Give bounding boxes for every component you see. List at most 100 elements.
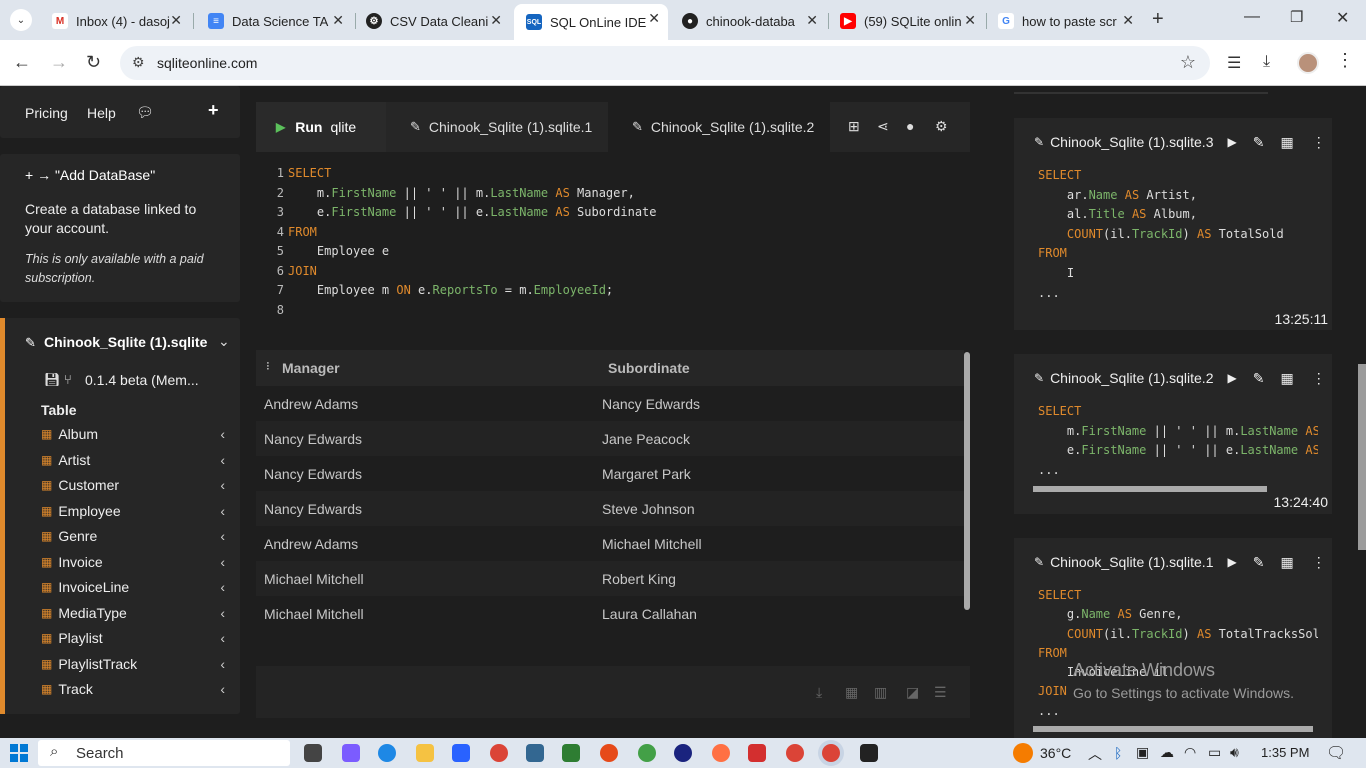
chevron-left-icon[interactable]: ‹	[220, 426, 225, 442]
history-hscroll[interactable]	[1033, 486, 1267, 492]
media-queue-icon[interactable]: ☰	[1227, 53, 1241, 73]
notifications-icon[interactable]: 🗨︎	[1326, 743, 1346, 763]
share-icon[interactable]: ⋖	[877, 118, 889, 135]
sql-editor[interactable]: 1 2 3 4 5 6 7 8 SELECT m.FirstName || ' ' || m.…	[256, 152, 970, 334]
back-arrow-icon[interactable]: ←	[13, 52, 31, 73]
table-row[interactable]: Michael Mitchell Robert King	[256, 561, 964, 596]
firefox-icon[interactable]	[712, 744, 730, 762]
page-scrollbar[interactable]	[1358, 364, 1366, 550]
download-icon[interactable]: ⤓	[816, 684, 822, 701]
tab-docs[interactable]: ≡ Data Science TA ✕	[196, 6, 352, 36]
table-item[interactable]: ▦ Employee ‹	[41, 501, 231, 521]
task-view-icon[interactable]	[304, 744, 322, 762]
chrome-active-icon[interactable]	[822, 744, 840, 762]
tab-github[interactable]: ● chinook-databa ✕	[670, 6, 826, 36]
omnibox[interactable]: ⚙ sqliteonline.com ☆	[120, 46, 1210, 80]
results-scrollbar[interactable]	[964, 352, 970, 610]
clock[interactable]: 1:35 PM	[1261, 745, 1309, 760]
close-icon[interactable]: ✕	[1122, 12, 1134, 29]
chevron-left-icon[interactable]: ‹	[220, 681, 225, 697]
chrome-icon[interactable]	[490, 744, 508, 762]
minimize-button[interactable]: —	[1244, 8, 1260, 26]
tab-search-button[interactable]: ⌄	[10, 9, 32, 31]
table-row[interactable]: Andrew Adams Nancy Edwards	[256, 386, 964, 421]
run-button[interactable]: ▶ Run qlite	[256, 102, 386, 152]
table-item[interactable]: ▦ Playlist ‹	[41, 628, 231, 648]
chevron-left-icon[interactable]: ‹	[220, 452, 225, 468]
app-icon[interactable]	[600, 744, 618, 762]
grid-icon[interactable]: ▦	[1280, 554, 1293, 571]
tab-youtube[interactable]: ▶ (59) SQLite onlin ✕	[828, 6, 984, 36]
windows-start-icon[interactable]	[10, 744, 28, 762]
table-item[interactable]: ▦ PlaylistTrack ‹	[41, 654, 231, 674]
notepad-icon[interactable]	[562, 744, 580, 762]
chart-view-icon[interactable]: ▥	[874, 684, 887, 701]
table-row[interactable]: Nancy Edwards Steve Johnson	[256, 491, 964, 526]
table-row[interactable]: Nancy Edwards Margaret Park	[256, 456, 964, 491]
taskbar-search-box[interactable]: ⌕ Search	[38, 740, 290, 766]
app-icon[interactable]	[748, 744, 766, 762]
close-icon[interactable]: ✕	[806, 12, 818, 29]
weather-icon[interactable]	[1013, 743, 1033, 763]
bookmark-star-icon[interactable]: ☆	[1180, 52, 1196, 73]
table-item[interactable]: ▦ InvoiceLine ‹	[41, 577, 231, 597]
chevron-left-icon[interactable]: ‹	[220, 477, 225, 493]
tray-icon[interactable]: ▣	[1136, 744, 1149, 761]
erase-icon[interactable]: ◪	[906, 684, 919, 701]
help-link[interactable]: Help	[87, 105, 116, 121]
new-tab-button[interactable]: +	[1152, 8, 1164, 31]
pricing-link[interactable]: Pricing	[25, 105, 68, 121]
col-manager[interactable]: Manager	[282, 360, 340, 376]
battery-icon[interactable]: ▭	[1208, 744, 1221, 761]
chevron-down-icon[interactable]: ⌄	[218, 333, 230, 350]
close-window-button[interactable]: ✕	[1336, 8, 1349, 28]
tab-editor-1[interactable]: ✎ Chinook_Sqlite (1).sqlite.1	[396, 102, 606, 152]
store-icon[interactable]	[452, 744, 470, 762]
tray-chevron-icon[interactable]: ︿	[1088, 744, 1102, 764]
app-icon[interactable]	[638, 744, 656, 762]
list-icon[interactable]: ☰	[934, 684, 947, 701]
table-item[interactable]: ▦ Album ‹	[41, 424, 231, 444]
edit-query-icon[interactable]: ✎	[1253, 370, 1265, 387]
table-item[interactable]: ▦ Invoice ‹	[41, 552, 231, 572]
tab-chatgpt[interactable]: ⚙ CSV Data Cleani ✕	[354, 6, 510, 36]
col-subordinate[interactable]: Subordinate	[608, 360, 690, 376]
add-db-plus[interactable]: +	[176, 86, 240, 138]
close-icon[interactable]: ✕	[964, 12, 976, 29]
chat-icon[interactable]: 💬︎	[136, 104, 154, 121]
table-view-icon[interactable]: ▦	[845, 684, 858, 701]
close-icon[interactable]: ✕	[170, 12, 182, 29]
table-item[interactable]: ▦ Customer ‹	[41, 475, 231, 495]
edit-query-icon[interactable]: ✎	[1253, 554, 1265, 571]
volume-icon[interactable]: 🔊︎	[1230, 744, 1239, 761]
menu-kebab-icon[interactable]: ⋮	[1336, 50, 1354, 71]
table-item[interactable]: ▦ Track ‹	[41, 679, 231, 699]
schema-icon[interactable]: ⑂	[64, 372, 72, 387]
add-tab-icon[interactable]: ⊞	[848, 118, 860, 135]
table-row[interactable]: Michael Mitchell Laura Callahan	[256, 596, 964, 631]
grid-icon[interactable]: ▦	[1280, 370, 1293, 387]
tab-gmail[interactable]: M Inbox (4) - dasoj ✕	[40, 6, 190, 36]
grid-icon[interactable]: ▦	[1280, 134, 1293, 151]
edge-icon[interactable]	[378, 744, 396, 762]
tab-sqlonline[interactable]: SQL SQL OnLine IDE ✕	[514, 4, 668, 40]
db-name[interactable]: Chinook_Sqlite (1).sqlite	[44, 334, 207, 350]
chevron-left-icon[interactable]: ‹	[220, 656, 225, 672]
tab-google[interactable]: G how to paste scr ✕	[986, 6, 1142, 36]
file-explorer-icon[interactable]	[416, 744, 434, 762]
edit-query-icon[interactable]: ✎	[1253, 134, 1265, 151]
user-icon[interactable]: ●	[906, 118, 914, 134]
kebab-menu-icon[interactable]: ⋮	[1312, 370, 1326, 387]
table-row[interactable]: Nancy Edwards Jane Peacock	[256, 421, 964, 456]
restore-button[interactable]: ❐	[1290, 8, 1303, 26]
onedrive-icon[interactable]: ☁	[1160, 744, 1174, 761]
reload-icon[interactable]: ↻	[86, 52, 101, 73]
close-icon[interactable]: ✕	[332, 12, 344, 29]
terminal-icon[interactable]	[860, 744, 878, 762]
bluetooth-icon[interactable]: ᛒ	[1114, 745, 1122, 761]
close-icon[interactable]: ✕	[648, 10, 660, 27]
play-icon[interactable]: ▶	[1227, 135, 1236, 149]
table-item[interactable]: ▦ MediaType ‹	[41, 603, 231, 623]
tab-editor-2[interactable]: ✎ Chinook_Sqlite (1).sqlite.2	[608, 102, 830, 152]
save-icon[interactable]: 💾︎	[44, 372, 61, 388]
